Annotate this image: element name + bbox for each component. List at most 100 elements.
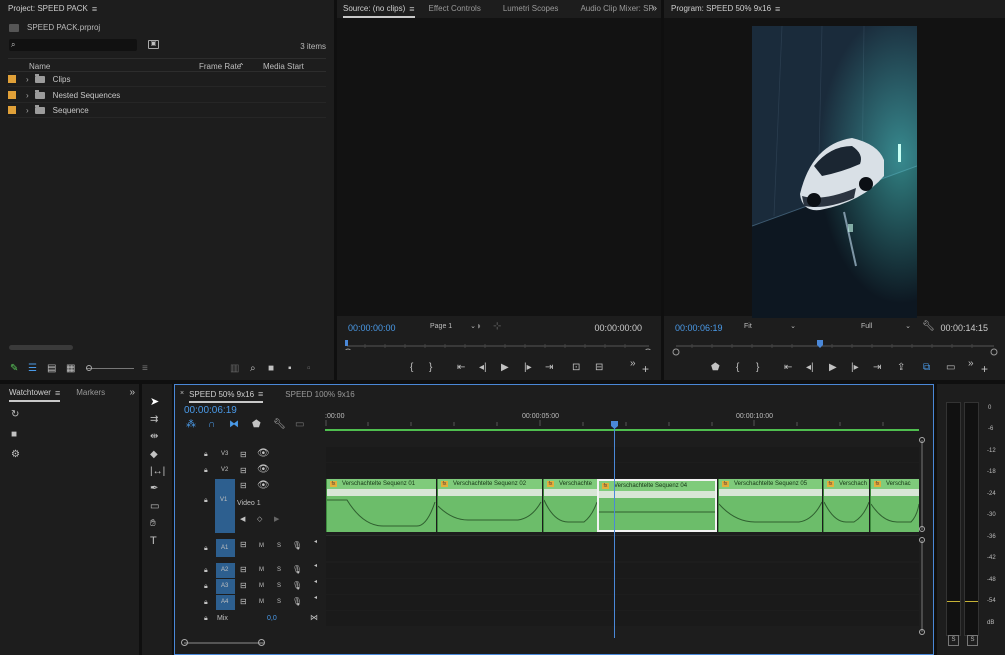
tab-source[interactable]: Source: (no clips) ≡: [343, 4, 415, 18]
close-icon[interactable]: ×: [180, 389, 184, 399]
comparison-view-icon[interactable]: ⧉: [923, 363, 930, 373]
lock-icon[interactable]: 🔒︎: [204, 496, 208, 506]
add-keyframe-icon[interactable]: ◇: [257, 515, 262, 525]
hand-tool-icon[interactable]: ✋︎: [150, 519, 156, 529]
nested-sequence-clip[interactable]: fx Verschachtelte Sequenz 02: [437, 479, 542, 532]
sync-lock-icon[interactable]: ⊟: [240, 565, 247, 575]
column-media-start[interactable]: Media Start: [263, 62, 304, 71]
track-target-v2[interactable]: V2: [216, 464, 235, 477]
lock-icon[interactable]: 🔒︎: [204, 450, 208, 460]
track-target-a2[interactable]: A2: [216, 563, 235, 578]
solo-button[interactable]: S: [277, 583, 281, 589]
label-color-chip[interactable]: [8, 91, 16, 99]
solo-left-button[interactable]: S: [948, 635, 959, 646]
nest-toggle-icon[interactable]: ⁂: [186, 420, 196, 430]
timeline-zoom-scrollbar[interactable]: [184, 642, 264, 644]
tab-markers[interactable]: Markers: [76, 388, 105, 397]
refresh-icon[interactable]: ↻: [11, 410, 19, 420]
insert-icon[interactable]: ⊡: [572, 363, 580, 373]
menu-icon[interactable]: ≡: [92, 4, 97, 14]
freeform-view-icon[interactable]: ▦: [66, 364, 75, 374]
label-color-chip[interactable]: [8, 75, 16, 83]
mix-value[interactable]: 0,0: [267, 615, 277, 622]
folder-icon[interactable]: ■: [11, 430, 17, 440]
ripple-edit-tool-icon[interactable]: ⇹: [150, 432, 158, 442]
zoom-handle-right[interactable]: [258, 639, 265, 646]
mark-out-icon[interactable]: }: [756, 363, 759, 373]
step-back-icon[interactable]: ◂|: [479, 363, 487, 373]
add-marker-icon[interactable]: ⬟: [711, 363, 720, 373]
source-timecode-in[interactable]: 00:00:00:00: [348, 323, 396, 333]
mute-button[interactable]: M: [259, 543, 264, 549]
chevron-right-icon[interactable]: ›: [26, 91, 29, 100]
track-lane-a4[interactable]: [326, 595, 919, 610]
chevron-right-icon[interactable]: ›: [26, 106, 29, 115]
page-select[interactable]: Page 1 ⌄: [430, 323, 482, 330]
go-to-out-icon[interactable]: ⇥: [545, 363, 553, 373]
column-frame-rate[interactable]: Frame Rate: [199, 62, 241, 71]
previous-keyframe-icon[interactable]: ◀: [240, 515, 245, 525]
find-icon[interactable]: ⌕: [250, 364, 256, 374]
settings-toggle-icon[interactable]: ◗: [476, 322, 482, 332]
search-input[interactable]: [21, 39, 131, 51]
go-to-out-icon[interactable]: ⇥: [873, 363, 881, 373]
track-lane-a2[interactable]: [326, 563, 919, 578]
nested-sequence-clip[interactable]: fx Verschachte: [543, 479, 597, 532]
more-controls-icon[interactable]: »: [968, 359, 974, 369]
play-icon[interactable]: ▶: [501, 363, 509, 373]
solo-button[interactable]: S: [277, 543, 281, 549]
new-bin-icon[interactable]: ■: [268, 364, 274, 374]
step-forward-icon[interactable]: |▸: [524, 363, 532, 373]
scroll-handle[interactable]: [919, 437, 925, 443]
nested-sequence-clip[interactable]: fx Verschach: [823, 479, 869, 532]
mute-button[interactable]: M: [259, 583, 264, 589]
add-marker-icon[interactable]: ⬟: [252, 420, 261, 430]
eye-icon[interactable]: 👁︎: [257, 449, 270, 459]
scroll-handle[interactable]: [919, 526, 925, 532]
captions-icon[interactable]: ▭: [295, 420, 304, 430]
fit-select[interactable]: Fit ⌄: [744, 323, 796, 330]
timeline-ruler[interactable]: :00:00 00:00:05:00 00:00:10:00: [325, 410, 923, 435]
safe-margins-icon[interactable]: ⊹: [493, 322, 501, 332]
column-name[interactable]: Name: [29, 62, 50, 71]
menu-icon[interactable]: ≡: [409, 4, 414, 14]
track-lane-v3[interactable]: [326, 447, 919, 462]
nested-sequence-clip[interactable]: fx Verschachtelte Sequenz 01: [326, 479, 436, 532]
project-search[interactable]: ⌕: [9, 39, 137, 51]
new-bin-from-search-icon[interactable]: ▣: [148, 40, 159, 49]
tab-effect-controls[interactable]: Effect Controls: [429, 4, 481, 13]
microphone-icon[interactable]: 🎙︎: [292, 581, 302, 591]
razor-tool-icon[interactable]: ◆: [150, 450, 158, 460]
video-vertical-scrollbar[interactable]: [921, 440, 923, 530]
pen-tool-icon[interactable]: ✒: [150, 484, 158, 494]
mark-out-icon[interactable]: }: [429, 363, 432, 373]
track-target-v1[interactable]: V1: [215, 479, 235, 533]
tab-watchtower[interactable]: Watchtower ≡: [9, 388, 61, 402]
microphone-icon[interactable]: 🎙︎: [292, 565, 302, 575]
go-to-in-icon[interactable]: ⇤: [784, 363, 792, 373]
lock-icon[interactable]: 🔒︎: [204, 598, 208, 608]
zoom-slider-handle[interactable]: [86, 365, 92, 371]
more-panels-icon[interactable]: »: [651, 4, 657, 14]
lift-icon[interactable]: ⇪: [897, 363, 905, 373]
wrench-icon[interactable]: 🔧︎: [922, 322, 935, 332]
tab-project[interactable]: Project: SPEED PACK ≡: [8, 4, 97, 14]
overwrite-icon[interactable]: ⊟: [595, 363, 603, 373]
nested-sequence-clip[interactable]: fx Verschachtelte Sequenz 05: [718, 479, 822, 532]
program-timecode[interactable]: 00:00:06:19: [675, 323, 723, 333]
lock-icon[interactable]: 🔒︎: [204, 582, 208, 592]
scroll-handle[interactable]: [919, 537, 925, 543]
track-target-a4[interactable]: A4: [216, 595, 235, 610]
scroll-handle[interactable]: [919, 629, 925, 635]
export-frame-icon[interactable]: ▭: [946, 363, 955, 373]
add-button-icon[interactable]: +: [642, 363, 649, 375]
step-back-icon[interactable]: ◂|: [806, 363, 814, 373]
track-target-a1[interactable]: A1: [216, 539, 235, 557]
microphone-icon[interactable]: 🎙︎: [292, 597, 302, 607]
solo-button[interactable]: S: [277, 599, 281, 605]
timeline-timecode[interactable]: 00:00:06:19: [184, 405, 237, 416]
wrench-icon[interactable]: 🔧︎: [273, 420, 286, 430]
source-time-ruler[interactable]: [345, 340, 651, 350]
sync-lock-icon[interactable]: ⊟: [240, 540, 247, 550]
play-icon[interactable]: ▶: [829, 363, 837, 373]
